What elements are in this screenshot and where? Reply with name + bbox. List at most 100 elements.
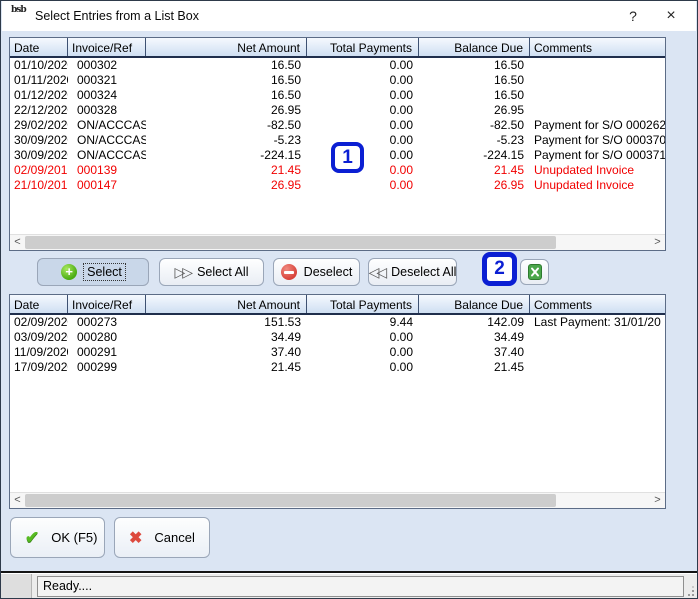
column-header[interactable]: Net Amount: [146, 295, 307, 313]
cell-net: 34.49: [270, 330, 301, 344]
column-header[interactable]: Total Payments: [307, 295, 419, 313]
cell-ref: 000139: [77, 163, 118, 177]
deselect-all-button[interactable]: ◁◁ Deselect All: [368, 258, 457, 286]
scrollbar-thumb[interactable]: [25, 236, 557, 249]
cell-net: 151.53: [264, 315, 301, 329]
table-row[interactable]: 22/12/2020 000328 26.95 0.00 26.95: [10, 103, 665, 118]
column-header[interactable]: Comments: [530, 38, 665, 56]
cell-comment: [530, 73, 665, 88]
cell-date: 21/10/2019: [14, 178, 68, 192]
column-header[interactable]: Balance Due: [419, 38, 530, 56]
cell-comment: [530, 58, 665, 73]
cell-due: 26.95: [493, 103, 524, 117]
cell-paid: 0.00: [389, 58, 413, 72]
cell-due: -224.15: [483, 148, 524, 162]
cell-paid: 9.44: [389, 315, 413, 329]
cell-date: 03/09/2020: [14, 330, 68, 344]
scroll-right-icon[interactable]: >: [650, 493, 665, 508]
cell-date: 11/09/2020: [14, 345, 68, 359]
cell-net: -82.50: [266, 118, 301, 132]
annotation-badge-2: 2: [482, 252, 517, 286]
scroll-right-icon[interactable]: >: [650, 235, 665, 250]
cell-ref: 000280: [77, 330, 118, 344]
table-row[interactable]: 03/09/2020 000280 34.49 0.00 34.49: [10, 330, 665, 345]
cell-due: 16.50: [493, 88, 524, 102]
table-row[interactable]: 21/10/2019 000147 26.95 0.00 26.95 Unupdated …: [10, 178, 665, 193]
cell-paid: 0.00: [389, 330, 413, 344]
cell-comment: Unupdated Invoice: [534, 178, 635, 192]
cell-date: 30/09/2020: [14, 148, 68, 162]
status-left-panel: [1, 574, 32, 598]
export-to-excel-button[interactable]: [520, 259, 549, 285]
cell-paid: 0.00: [389, 88, 413, 102]
cell-due: -5.23: [496, 133, 524, 147]
select-button[interactable]: + Select: [37, 258, 149, 286]
close-icon[interactable]: ×: [658, 5, 684, 27]
scroll-left-icon[interactable]: <: [10, 493, 25, 508]
cell-paid: 0.00: [389, 360, 413, 374]
column-header[interactable]: Invoice/Ref: [68, 38, 146, 56]
column-header[interactable]: Date: [10, 38, 68, 56]
ok-button[interactable]: ✔ OK (F5): [10, 517, 105, 558]
title-bar[interactable]: bsb Select Entries from a List Box ? ×: [2, 1, 696, 31]
cell-comment: [530, 103, 665, 118]
scroll-left-icon[interactable]: <: [10, 235, 25, 250]
scrollbar-thumb[interactable]: [25, 494, 557, 507]
cell-date: 01/11/2020: [14, 73, 68, 87]
column-header[interactable]: Balance Due: [419, 295, 530, 313]
select-entries-dialog: bsb Select Entries from a List Box ? × D…: [0, 0, 698, 599]
cancel-button[interactable]: ✖ Cancel: [114, 517, 210, 558]
cell-due: 37.40: [493, 345, 524, 359]
column-header[interactable]: Total Payments: [307, 38, 419, 56]
deselect-button[interactable]: Deselect: [273, 258, 360, 286]
cell-paid: 0.00: [389, 118, 413, 132]
cell-net: 37.40: [270, 345, 301, 359]
table-row[interactable]: 01/12/2020 000324 16.50 0.00 16.50: [10, 88, 665, 103]
select-all-button[interactable]: ▷▷ Select All: [159, 258, 264, 286]
table-row[interactable]: 02/09/2020 000273 151.53 9.44 142.09 Last Pay…: [10, 315, 665, 330]
table-row[interactable]: 01/11/2020 000321 16.50 0.00 16.50: [10, 73, 665, 88]
cell-net: 21.45: [270, 163, 301, 177]
cell-due: 16.50: [493, 58, 524, 72]
status-bar: Ready....: [1, 573, 697, 598]
cell-net: 16.50: [270, 88, 301, 102]
cell-date: 02/09/2019: [14, 163, 68, 177]
cell-paid: 0.00: [389, 103, 413, 117]
column-header[interactable]: Comments: [530, 295, 665, 313]
column-header[interactable]: Net Amount: [146, 38, 307, 56]
cell-comment: Payment for S/O 000371: [534, 148, 665, 162]
scrollbar-track[interactable]: [25, 235, 650, 250]
scrollbar-track[interactable]: [25, 493, 650, 508]
cell-net: 16.50: [270, 58, 301, 72]
horizontal-scrollbar[interactable]: < >: [10, 492, 665, 508]
cell-date: 22/12/2020: [14, 103, 68, 117]
table-body: 02/09/2020 000273 151.53 9.44 142.09 Last Pay…: [10, 315, 665, 492]
table-header-row: Date Invoice/Ref Net Amount Total Payments B…: [10, 295, 665, 315]
column-header[interactable]: Invoice/Ref: [68, 295, 146, 313]
cell-due: 34.49: [493, 330, 524, 344]
table-row[interactable]: 01/10/2020 000302 16.50 0.00 16.50: [10, 58, 665, 73]
cell-comment: [530, 330, 665, 345]
cell-date: 01/12/2020: [14, 88, 68, 102]
cell-comment: Payment for S/O 000262: [534, 118, 665, 132]
table-header-row: Date Invoice/Ref Net Amount Total Payments B…: [10, 38, 665, 58]
double-right-chevron-icon: ▷▷: [174, 264, 193, 280]
table-row[interactable]: 11/09/2020 000291 37.40 0.00 37.40: [10, 345, 665, 360]
table-row[interactable]: 29/02/2020 ON/ACCCASH01 -82.50 0.00 -82.50 Pa…: [10, 118, 665, 133]
cell-net: 26.95: [270, 178, 301, 192]
column-header[interactable]: Date: [10, 295, 68, 313]
app-icon: bsb: [11, 5, 27, 15]
horizontal-scrollbar[interactable]: < >: [10, 234, 665, 250]
cell-ref: ON/ACCCASH02: [77, 133, 146, 147]
cell-due: 26.95: [493, 178, 524, 192]
table-row[interactable]: 17/09/2020 000299 21.45 0.00 21.45: [10, 360, 665, 375]
cell-net: -224.15: [260, 148, 301, 162]
cell-net: -5.23: [273, 133, 301, 147]
resize-grip-icon[interactable]: [684, 586, 694, 596]
cell-paid: 0.00: [389, 73, 413, 87]
cell-comment: [530, 360, 665, 375]
cell-ref: 000147: [77, 178, 118, 192]
cell-net: 16.50: [270, 73, 301, 87]
check-icon: ✔: [25, 527, 40, 547]
help-button[interactable]: ?: [620, 5, 646, 27]
